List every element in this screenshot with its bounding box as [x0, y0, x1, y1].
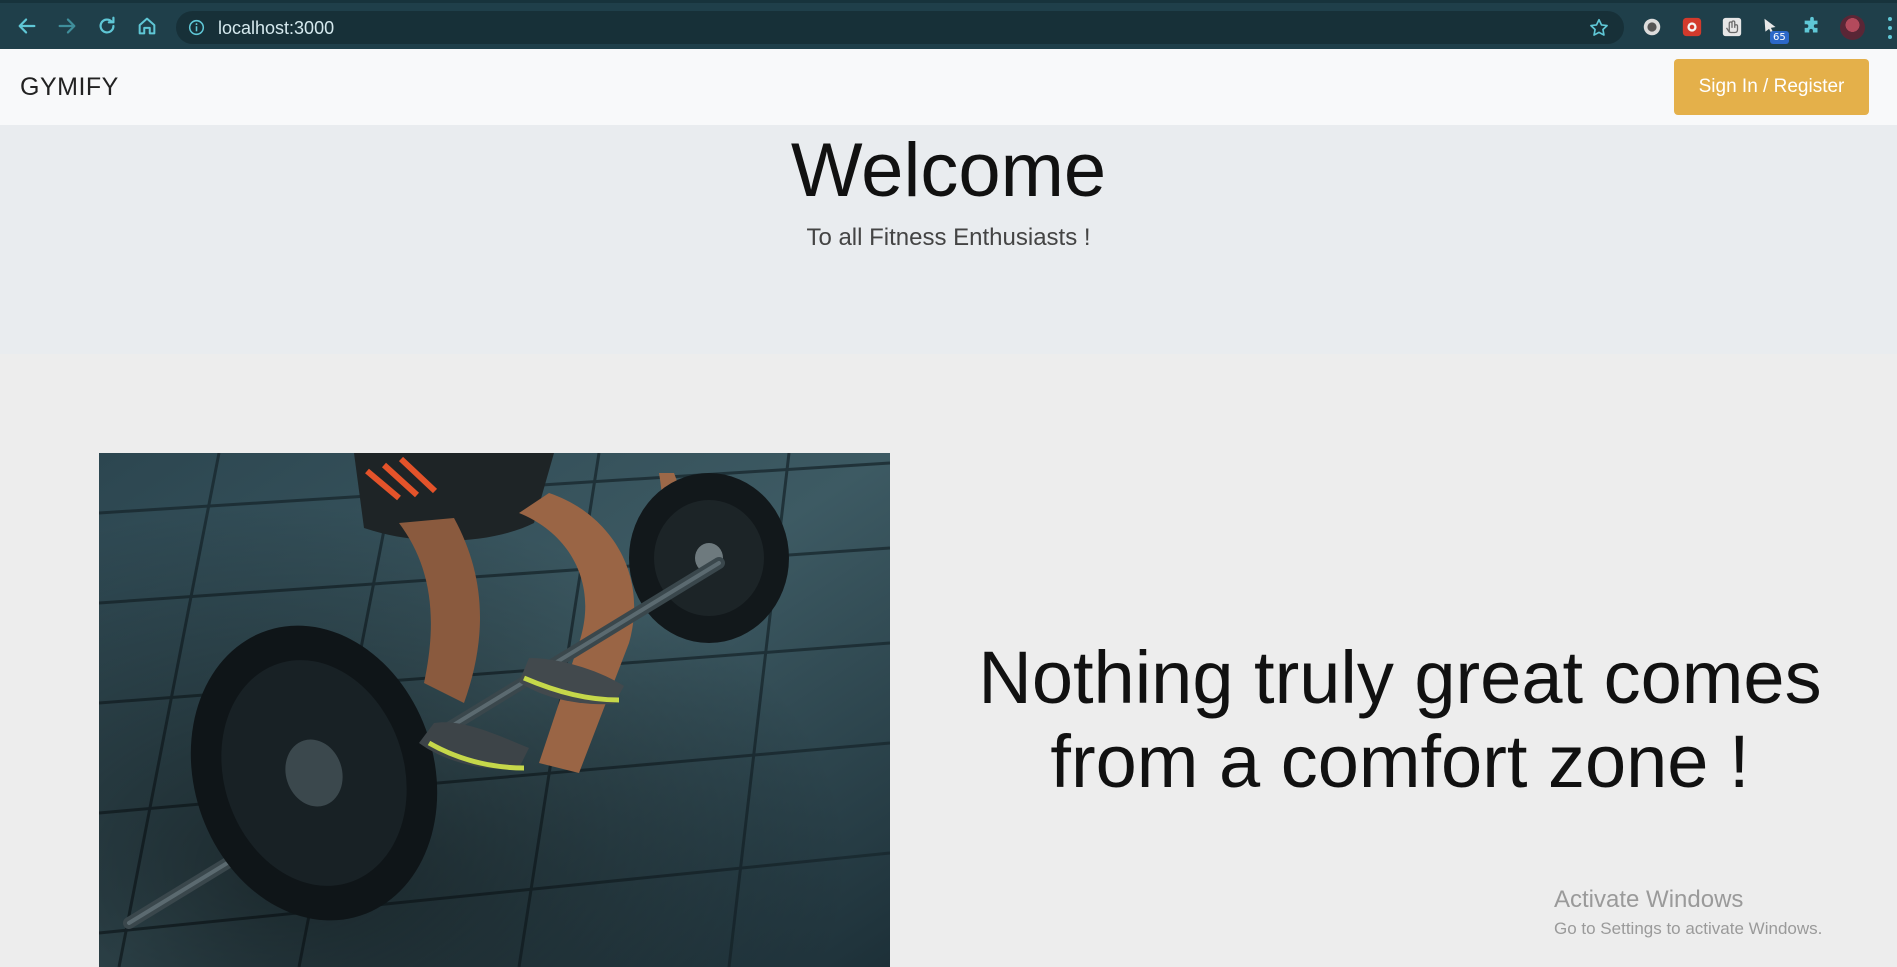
activate-windows-watermark: Activate Windows Go to Settings to activ…	[1554, 886, 1822, 939]
browser-menu-icon[interactable]	[1887, 17, 1893, 39]
extensions-puzzle-icon[interactable]	[1800, 15, 1824, 39]
motivational-quote: Nothing truly great comes from a comfort…	[978, 636, 1822, 803]
signin-register-button[interactable]: Sign In / Register	[1674, 59, 1869, 115]
watermark-title: Activate Windows	[1554, 886, 1744, 913]
profile-avatar[interactable]	[1840, 15, 1865, 40]
reload-button[interactable]	[93, 12, 121, 40]
brand-logo[interactable]: GYMIFY	[20, 73, 119, 102]
deadlift-image-icon	[99, 453, 890, 967]
hero-subtitle: To all Fitness Enthusiasts !	[806, 224, 1091, 251]
bookmark-star-icon[interactable]	[1588, 17, 1610, 39]
forward-button[interactable]	[53, 12, 81, 40]
extension-hand-icon[interactable]	[1720, 15, 1744, 39]
site-navbar: GYMIFY Sign In / Register	[0, 49, 1897, 125]
address-bar[interactable]: localhost:3000	[176, 11, 1624, 44]
info-icon[interactable]	[188, 19, 205, 36]
back-button[interactable]	[13, 12, 41, 40]
home-icon	[138, 17, 156, 35]
extension-red-icon[interactable]	[1680, 15, 1704, 39]
back-arrow-icon	[18, 18, 36, 34]
home-button[interactable]	[133, 12, 161, 40]
content-section: Nothing truly great comes from a comfort…	[0, 354, 1897, 967]
forward-arrow-icon	[58, 18, 76, 34]
welcome-jumbotron: Welcome To all Fitness Enthusiasts !	[0, 125, 1897, 354]
watermark-subtitle: Go to Settings to activate Windows.	[1554, 919, 1823, 938]
extension-badge: 65	[1770, 31, 1789, 44]
hero-title: Welcome	[790, 128, 1107, 213]
reload-icon	[99, 16, 115, 34]
browser-toolbar: localhost:3000 65	[0, 0, 1897, 49]
extension-record-icon[interactable]	[1640, 15, 1664, 39]
url-text[interactable]: localhost:3000	[218, 18, 334, 39]
weightlifting-photo	[99, 453, 890, 967]
